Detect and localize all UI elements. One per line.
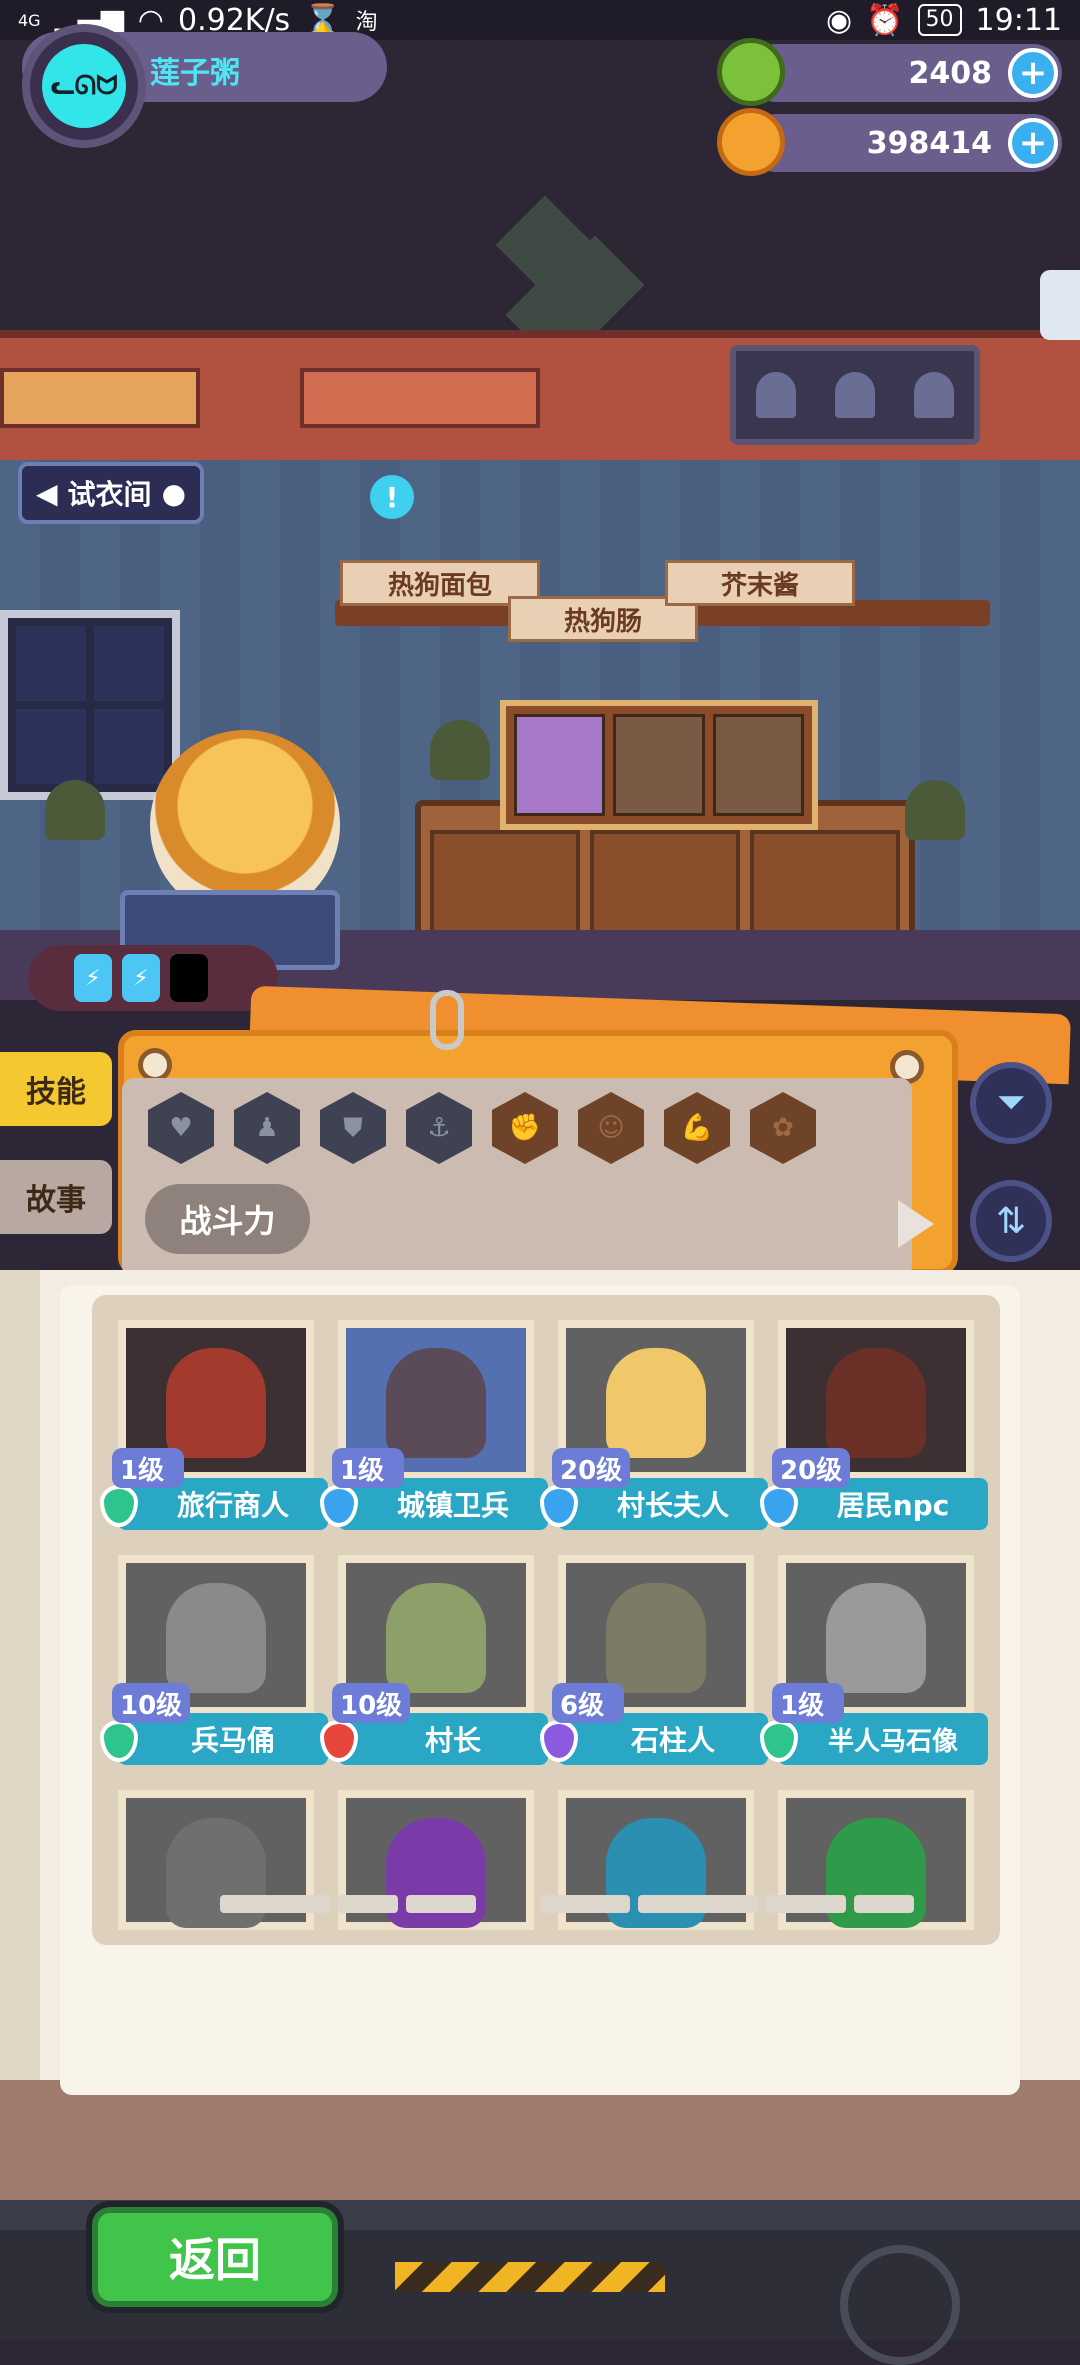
player-avatar[interactable]: ᓚᘏᗢ xyxy=(22,24,146,148)
energy-cell-icon: ⚡ xyxy=(122,954,160,1002)
level-badge: 1级 xyxy=(112,1448,184,1488)
clock-time: 19:11 xyxy=(975,2,1062,38)
arrow-left-icon: ◀ xyxy=(36,476,58,510)
smile-icon[interactable]: ☺ xyxy=(578,1092,644,1164)
currency-coins: 398414 + xyxy=(717,108,1062,176)
level-badge: 10级 xyxy=(332,1683,411,1723)
currency-gems: 2408 + xyxy=(717,38,1062,106)
ghost-icon xyxy=(834,372,875,418)
level-badge: 6级 xyxy=(552,1683,624,1723)
heart-icon[interactable]: ♥ xyxy=(148,1092,214,1164)
level-badge: 20级 xyxy=(552,1448,631,1488)
back-button[interactable]: 返回 xyxy=(92,2207,338,2307)
bell-icon[interactable]: ♟ xyxy=(234,1092,300,1164)
tab-story[interactable]: 故事 xyxy=(0,1160,112,1234)
cat-face-icon: ᓚᘏᗢ xyxy=(42,44,126,128)
plant-icon xyxy=(905,780,965,840)
energy-cell-icon: ⚡ xyxy=(74,954,112,1002)
side-drawer-tab[interactable] xyxy=(1040,270,1080,340)
orange-planet-icon xyxy=(717,108,785,176)
add-coins-button[interactable]: + xyxy=(1008,118,1058,168)
level-badge: 20级 xyxy=(772,1448,851,1488)
panel-tabs: 技能 故事 xyxy=(0,1052,112,1268)
player-name: 莲子粥 xyxy=(150,56,240,91)
dot-icon: ● xyxy=(161,476,186,510)
plant-icon xyxy=(430,720,490,780)
recipe-display-case[interactable] xyxy=(500,700,818,830)
ghost-display xyxy=(730,345,980,445)
gear-icon xyxy=(840,2245,960,2365)
power-label[interactable]: 战斗力 xyxy=(145,1184,310,1254)
blurred-text xyxy=(220,1895,476,1919)
gem-amount: 2408 xyxy=(908,55,993,91)
eye-icon: ◉ xyxy=(825,2,853,38)
anchor-icon[interactable]: ⚓ xyxy=(406,1092,472,1164)
fitting-room-button[interactable]: ◀ 试衣间 ● xyxy=(18,462,204,524)
green-gem-icon xyxy=(717,38,785,106)
battery-level: 50 xyxy=(917,4,962,36)
alert-icon[interactable]: ! xyxy=(370,475,414,519)
energy-cell-empty xyxy=(170,954,208,1002)
level-badge: 1级 xyxy=(332,1448,404,1488)
level-badge: 10级 xyxy=(112,1683,191,1723)
energy-bar: ⚡ ⚡ xyxy=(28,945,278,1011)
filter-button[interactable]: ⏷ xyxy=(970,1062,1052,1144)
sort-button[interactable]: ⇅ xyxy=(970,1180,1052,1262)
ghost-icon xyxy=(914,372,955,418)
ghost-icon xyxy=(755,372,796,418)
add-gems-button[interactable]: + xyxy=(1008,48,1058,98)
muscle-icon[interactable]: 💪 xyxy=(664,1092,730,1164)
skill-hex-row: ♥ ♟ ⛊ ⚓ ✊ ☺ 💪 ✿ xyxy=(148,1092,816,1164)
network-indicator: 4G xyxy=(18,10,41,30)
fist-icon[interactable]: ✊ xyxy=(492,1092,558,1164)
window xyxy=(0,610,180,800)
shield-icon[interactable]: ⛊ xyxy=(320,1092,386,1164)
coin-amount: 398414 xyxy=(866,125,992,161)
recipe-slot[interactable] xyxy=(712,714,804,816)
filter-icon: ⏷ xyxy=(996,1082,1026,1123)
play-arrow-icon[interactable] xyxy=(898,1200,934,1248)
sort-icon: ⇅ xyxy=(995,1200,1027,1242)
blurred-text xyxy=(540,1895,914,1919)
hazard-stripe xyxy=(395,2262,665,2292)
brain-icon[interactable]: ✿ xyxy=(750,1092,816,1164)
tab-skills[interactable]: 技能 xyxy=(0,1052,112,1126)
app-notification-badge: 淘 xyxy=(355,10,378,35)
fitting-room-label: 试衣间 xyxy=(67,478,152,511)
paper-clip-icon xyxy=(430,990,464,1050)
recipe-slot-filled[interactable] xyxy=(514,714,606,816)
alarm-icon: ⏰ xyxy=(866,2,904,38)
sign-mustard: 芥末酱 xyxy=(665,560,855,606)
level-badge: 1级 xyxy=(772,1683,844,1723)
plant-icon xyxy=(45,780,105,840)
recipe-slot[interactable] xyxy=(613,714,705,816)
